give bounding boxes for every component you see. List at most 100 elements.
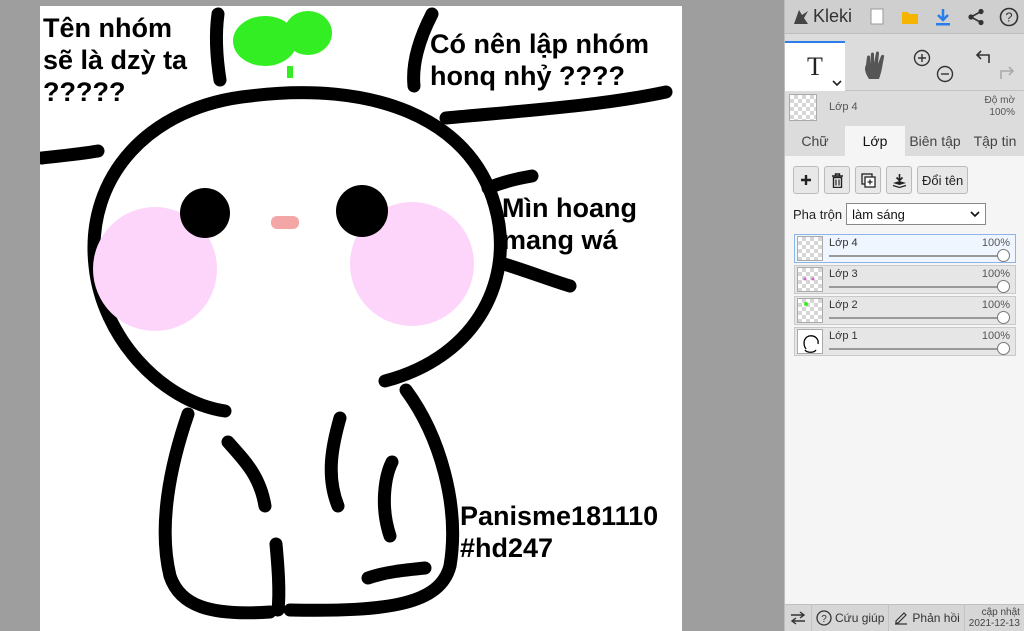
blend-mode-row: Pha trộn làm sáng: [793, 202, 987, 226]
update-date: 2021-12-13: [968, 618, 1020, 629]
layer-item[interactable]: Lớp 2 100%: [794, 296, 1016, 325]
layer-thumbnail-art: [803, 277, 815, 281]
canvas-workspace[interactable]: Tên nhóm sẽ là dzỳ ta ????? Có nên lập n…: [0, 0, 784, 631]
undo-icon[interactable]: [974, 49, 992, 67]
caption-bottom-right: Panisme181110 #hd247: [460, 500, 658, 564]
rename-layer-button[interactable]: Đổi tên: [917, 166, 969, 194]
layer-thumbnail: [797, 267, 823, 292]
layer-opacity: 100%: [981, 330, 1010, 342]
layer-name: Lớp 1: [829, 330, 858, 342]
caption-line: mang wá: [502, 225, 618, 255]
layer-thumbnail: [797, 329, 823, 354]
help-icon: ?: [816, 610, 832, 626]
blend-mode-select[interactable]: làm sáng: [846, 203, 987, 225]
leg-left: [269, 537, 286, 617]
layer-item[interactable]: Lớp 1 100%: [794, 327, 1016, 356]
layer-thumbnail: [797, 236, 823, 261]
add-layer-button[interactable]: [793, 166, 819, 194]
swap-arrows-icon: [790, 611, 806, 625]
download-button[interactable]: [926, 0, 959, 34]
sprout-leaf-right: [284, 11, 332, 55]
layer-list: Lớp 4 100% Lớp 3 100% Lớp 2 100% Lớp 1 1…: [794, 234, 1016, 358]
drawing-canvas[interactable]: Tên nhóm sẽ là dzỳ ta ????? Có nên lập n…: [40, 6, 682, 631]
layer-thumbnail-art: [804, 302, 808, 306]
merge-layer-button[interactable]: [886, 166, 912, 194]
opacity-slider-track[interactable]: [829, 255, 1003, 257]
bottom-bar: ? Cứu giúp Phản hồi cập nhật 2021-12-13: [785, 604, 1024, 631]
caption-line: honq nhỷ ????: [430, 61, 625, 91]
feedback-link[interactable]: Phản hồi: [889, 604, 965, 631]
help-link[interactable]: ? Cứu giúp: [812, 604, 890, 631]
tab-text[interactable]: Chữ: [785, 126, 845, 156]
chevron-down-icon: [970, 210, 980, 217]
opacity-slider-track[interactable]: [829, 317, 1003, 319]
current-layer-name: Lớp 4: [829, 101, 858, 113]
arm-left: [221, 435, 272, 513]
caption-line: Có nên lập nhóm: [430, 29, 649, 59]
help-button[interactable]: ?: [992, 0, 1024, 34]
layer-name: Lớp 3: [829, 268, 858, 280]
layer-item[interactable]: Lớp 4 100%: [794, 234, 1016, 263]
opacity-slider-track[interactable]: [829, 348, 1003, 350]
swap-panel-button[interactable]: [785, 604, 812, 631]
app-logo[interactable]: Kleki: [791, 6, 861, 27]
hand-tool-button[interactable]: [845, 41, 905, 91]
arm-right: [324, 411, 347, 513]
delete-layer-button[interactable]: [824, 166, 850, 194]
stroke-right-low: [497, 257, 577, 293]
duplicate-layer-button[interactable]: [855, 166, 881, 194]
layer-item[interactable]: Lớp 3 100%: [794, 265, 1016, 294]
redo-icon[interactable]: [998, 65, 1016, 83]
zoom-in-icon[interactable]: [913, 49, 931, 67]
opacity-slider-handle[interactable]: [997, 249, 1010, 262]
svg-text:?: ?: [821, 614, 827, 625]
tab-edit[interactable]: Biên tập: [905, 126, 965, 156]
opacity-slider-handle[interactable]: [997, 342, 1010, 355]
new-image-button[interactable]: [861, 0, 894, 34]
opacity-value: 100%: [989, 107, 1015, 118]
hand-icon: [865, 51, 885, 79]
blend-mode-label: Pha trộn: [793, 206, 843, 222]
share-icon: [968, 8, 984, 25]
chevron-down-icon[interactable]: [832, 79, 842, 87]
new-image-icon: [870, 8, 884, 25]
tool-row: T: [785, 41, 1024, 91]
layers-panel: Đổi tên Pha trộn làm sáng Lớp 4 100% Lớp: [785, 156, 1024, 604]
merge-down-icon: [892, 173, 906, 188]
trash-icon: [831, 172, 843, 188]
layer-thumbnail-art: [803, 335, 819, 353]
panel-tabs: Chữ Lớp Biên tập Tập tin: [785, 126, 1024, 156]
caption-line: Panisme181110: [460, 501, 659, 531]
current-layer-header: Lớp 4 Độ mờ 100%: [785, 92, 1024, 124]
open-folder-icon: [901, 11, 918, 24]
top-bar: Kleki ?: [785, 0, 1024, 34]
layer-opacity: 100%: [981, 299, 1010, 311]
eye-left: [180, 188, 230, 238]
tab-layers[interactable]: Lớp: [845, 126, 905, 156]
caption-line: Mìn hoang: [502, 193, 637, 223]
eye-right: [336, 185, 388, 237]
zoom-out-icon[interactable]: [936, 65, 954, 83]
current-layer-thumbnail: [789, 94, 817, 121]
share-button[interactable]: [959, 0, 992, 34]
layer-opacity: 100%: [981, 237, 1010, 249]
kleki-logo-icon: [794, 9, 808, 24]
caption-line: #hd247: [460, 533, 554, 563]
layer-opacity: 100%: [981, 268, 1010, 280]
svg-text:?: ?: [1005, 9, 1012, 24]
nose: [271, 216, 299, 229]
layer-name: Lớp 4: [829, 237, 858, 249]
opacity-slider-handle[interactable]: [997, 311, 1010, 324]
tab-file[interactable]: Tập tin: [965, 126, 1024, 156]
opacity-slider-track[interactable]: [829, 286, 1003, 288]
stroke-left-edge: [40, 144, 105, 165]
text-tool-icon: T: [807, 52, 823, 81]
feedback-pen-icon: [895, 612, 908, 625]
history-controls: [965, 41, 1024, 91]
stroke-right-long: [439, 85, 673, 125]
download-icon: [935, 8, 950, 25]
text-tool-button[interactable]: T: [785, 41, 845, 91]
opacity-slider-handle[interactable]: [997, 280, 1010, 293]
help-icon: ?: [999, 7, 1018, 26]
open-button[interactable]: [894, 0, 927, 34]
